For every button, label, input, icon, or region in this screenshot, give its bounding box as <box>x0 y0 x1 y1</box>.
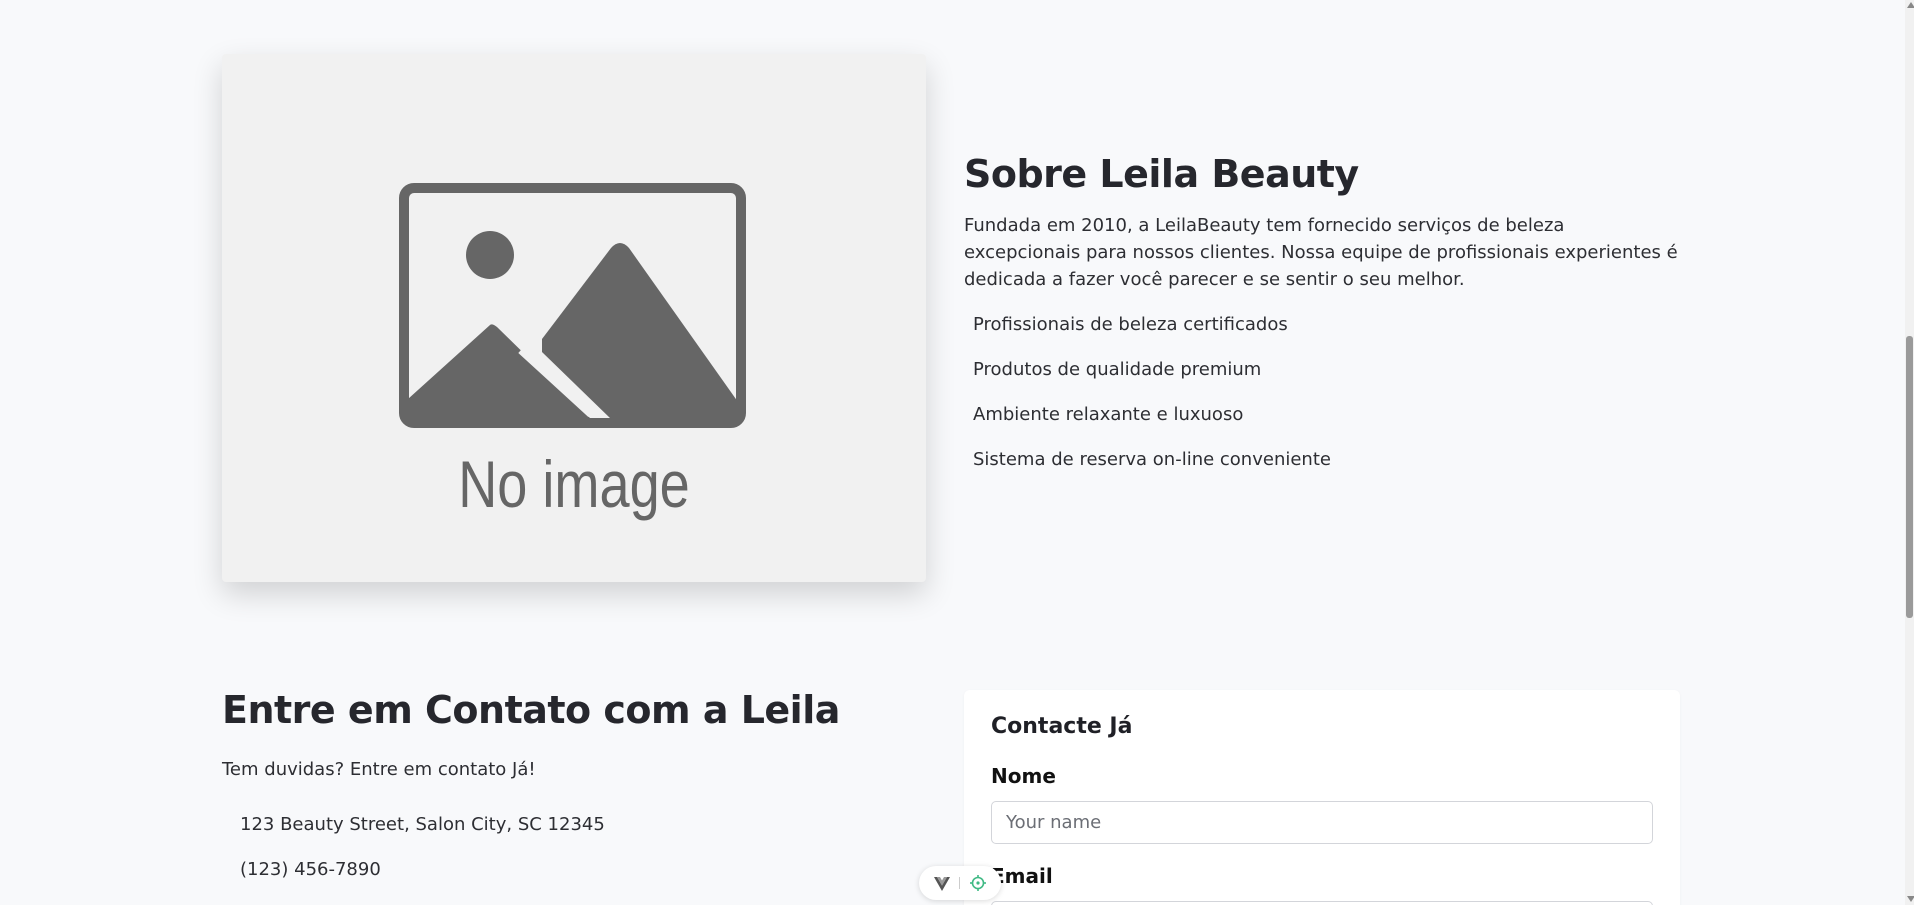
feature-list: Profissionais de beleza certificados Pro… <box>964 311 1684 491</box>
scroll-down-arrow-icon[interactable] <box>1907 896 1914 902</box>
target-icon[interactable] <box>970 875 986 895</box>
no-image-icon: No image <box>399 183 746 521</box>
about-text-block: Sobre Leila Beauty Fundada em 2010, a Le… <box>964 148 1684 491</box>
feature-item: Sistema de reserva on-line conveniente <box>973 449 1331 470</box>
toolbar-divider <box>959 877 960 889</box>
contact-info-list: 123 Beauty Street, Salon City, SC 12345 … <box>240 814 605 904</box>
about-title: Sobre Leila Beauty <box>964 152 1359 196</box>
scroll-up-arrow-icon[interactable] <box>1907 2 1914 8</box>
contact-phone: (123) 456-7890 <box>240 859 381 880</box>
contact-address: 123 Beauty Street, Salon City, SC 12345 <box>240 814 605 835</box>
contact-title: Entre em Contato com a Leila <box>222 688 840 732</box>
scrollbar-thumb[interactable] <box>1906 336 1913 618</box>
no-image-text: No image <box>458 447 690 521</box>
about-placeholder-image: No image <box>222 54 926 582</box>
feature-item: Profissionais de beleza certificados <box>973 314 1288 335</box>
about-description: Fundada em 2010, a LeilaBeauty tem forne… <box>964 215 1678 290</box>
page: No image Sobre Leila Beauty Fundada em 2… <box>0 0 1914 905</box>
dev-toolbar[interactable] <box>919 866 1001 900</box>
feature-item: Produtos de qualidade premium <box>973 359 1262 380</box>
contact-form-card: Contacte Já Nome Email <box>964 690 1680 905</box>
feature-item: Ambiente relaxante e luxuoso <box>973 404 1244 425</box>
form-title: Contacte Já <box>991 714 1133 739</box>
name-label: Nome <box>991 764 1056 788</box>
name-input[interactable] <box>991 801 1653 844</box>
email-input[interactable] <box>991 901 1653 905</box>
contact-description: Tem duvidas? Entre em contato Já! <box>222 759 536 780</box>
vue-logo-icon[interactable] <box>934 876 950 895</box>
